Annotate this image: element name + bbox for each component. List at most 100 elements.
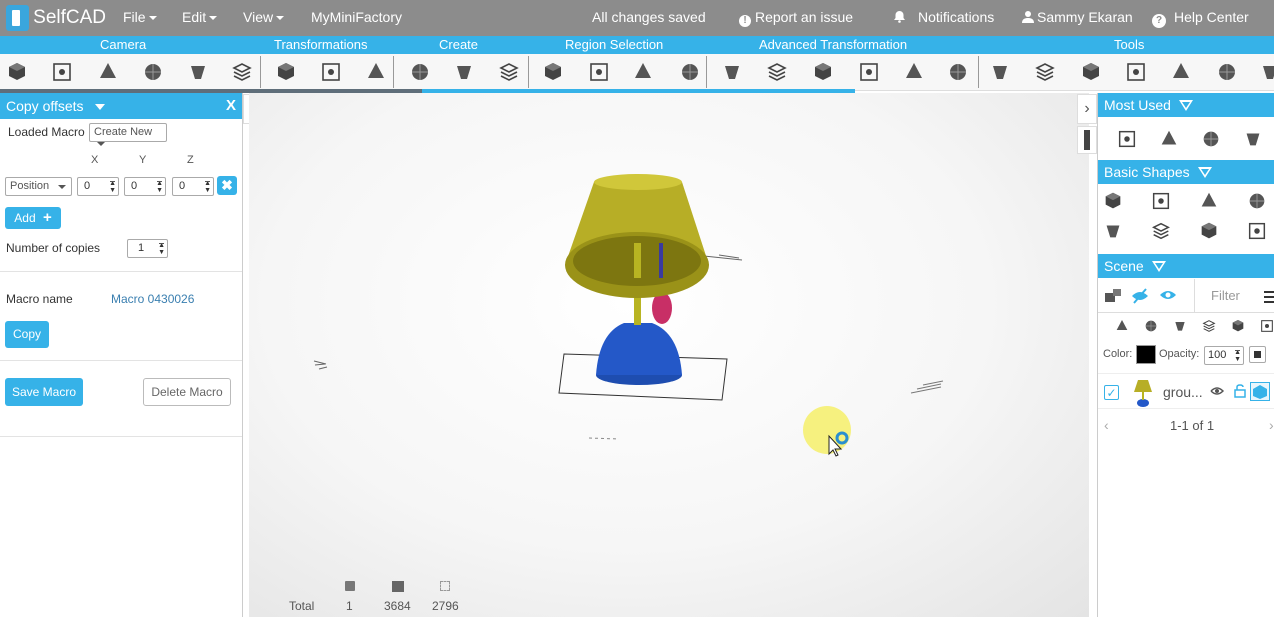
visibility-icon[interactable]	[1114, 318, 1130, 334]
object-name[interactable]: grou...	[1163, 384, 1203, 400]
3d-view-icon[interactable]	[5, 60, 29, 84]
polyhedron-icon[interactable]	[1246, 220, 1268, 242]
rotate-view-icon[interactable]	[141, 60, 165, 84]
object-visibility-icon[interactable]	[1210, 386, 1224, 396]
select-face-icon[interactable]	[587, 60, 611, 84]
category-create[interactable]: Create	[439, 37, 478, 52]
sculpt-icon[interactable]	[497, 60, 521, 84]
camera-settings-icon[interactable]	[186, 60, 210, 84]
scale-icon[interactable]	[1158, 128, 1180, 150]
pan-hand-icon[interactable]	[96, 60, 120, 84]
color-swatch[interactable]	[1136, 345, 1156, 364]
subdivide-icon[interactable]	[1169, 60, 1193, 84]
add-offset-button[interactable]: Add +	[5, 207, 61, 229]
macro-name-value[interactable]: Macro 0430026	[111, 292, 194, 306]
object-cube-button[interactable]	[1250, 382, 1270, 401]
group-icon[interactable]	[1105, 289, 1123, 303]
offset-z-input[interactable]: 0 ▲ ▼	[172, 177, 214, 196]
cut-icon[interactable]	[811, 60, 835, 84]
chevron-down-icon[interactable]	[95, 104, 106, 111]
notifications-button[interactable]: Notifications	[893, 9, 994, 25]
wireframe-icon[interactable]	[988, 60, 1012, 84]
more-tools-icon[interactable]	[1258, 60, 1274, 84]
sphere-icon[interactable]	[1124, 60, 1148, 84]
spinner-arrows-icon[interactable]: ▲ ▼	[109, 180, 116, 194]
grid-cube-icon[interactable]	[765, 60, 789, 84]
fit-view-icon[interactable]	[230, 60, 254, 84]
basic-shapes-header[interactable]: Basic Shapes	[1098, 160, 1274, 184]
scene-header[interactable]: Scene	[1098, 254, 1274, 278]
scene-filter-input[interactable]: Filter	[1194, 279, 1259, 313]
layers-icon[interactable]	[720, 60, 744, 84]
delete-macro-button[interactable]: Delete Macro	[143, 378, 231, 406]
hide-visibility-icon[interactable]	[1131, 288, 1149, 304]
most-used-header[interactable]: Most Used	[1098, 93, 1274, 117]
close-icon[interactable]: X	[226, 97, 236, 114]
offset-y-input[interactable]: 0 ▲ ▼	[124, 177, 166, 196]
save-macro-button[interactable]: Save Macro	[5, 378, 83, 406]
sculpt-icon[interactable]	[1242, 128, 1264, 150]
solid-cube-icon[interactable]	[1033, 60, 1057, 84]
cylinder-icon[interactable]	[1102, 220, 1124, 242]
object-checkbox[interactable]: ✓	[1104, 385, 1119, 400]
3d-viewport[interactable]: Total 1 3684 2796	[249, 93, 1089, 617]
lamp-model[interactable]	[565, 174, 709, 385]
category-transformations[interactable]: Transformations	[274, 37, 367, 52]
spinner-arrows-icon[interactable]: ▲ ▼	[1234, 349, 1241, 363]
user-menu[interactable]: Sammy Ekaran	[1022, 9, 1133, 25]
prev-page-icon[interactable]: ‹	[1104, 417, 1109, 433]
solid-cube-icon[interactable]	[1172, 318, 1188, 334]
select-box-icon[interactable]	[541, 60, 565, 84]
next-page-icon[interactable]: ›	[1269, 417, 1274, 433]
report-issue-link[interactable]: ! Report an issue	[739, 9, 853, 27]
opacity-reset-button[interactable]	[1249, 346, 1266, 363]
loaded-macro-select[interactable]: Create New	[89, 123, 167, 147]
move-icon[interactable]	[1116, 128, 1138, 150]
menu-icon[interactable]	[1264, 289, 1274, 303]
menu-edit[interactable]: Edit	[182, 9, 218, 25]
twist-icon[interactable]	[902, 60, 926, 84]
spinner-arrows-icon[interactable]: ▲ ▼	[156, 180, 163, 194]
offset-type-select[interactable]: Position	[5, 177, 72, 196]
remove-offset-button[interactable]: ✖	[217, 176, 237, 195]
scene-canvas[interactable]	[249, 93, 1089, 617]
move-icon[interactable]	[274, 60, 298, 84]
category-camera[interactable]: Camera	[100, 37, 146, 52]
eye-icon[interactable]	[1159, 289, 1177, 301]
selfcad-logo[interactable]: SelfCAD	[6, 5, 106, 31]
collapse-right-panel-button[interactable]: ›	[1077, 94, 1097, 124]
scale-icon[interactable]	[319, 60, 343, 84]
spinner-arrows-icon[interactable]: ▲ ▼	[158, 242, 165, 256]
cube-icon[interactable]	[1102, 190, 1124, 212]
help-center-link[interactable]: ? Help Center	[1152, 9, 1249, 28]
category-advanced-transformation[interactable]: Advanced Transformation	[759, 37, 907, 52]
scene-object-row[interactable]: ✓ grou...	[1098, 373, 1274, 409]
icosphere-icon[interactable]	[1198, 220, 1220, 242]
menu-view[interactable]: View	[243, 9, 285, 25]
rotate-icon[interactable]	[1200, 128, 1222, 150]
menu-myminifactory[interactable]: MyMiniFactory	[311, 9, 402, 25]
category-tools[interactable]: Tools	[1114, 37, 1144, 52]
torus-icon[interactable]	[1150, 190, 1172, 212]
sphere-icon[interactable]	[1198, 190, 1220, 212]
panel-toggle-tab[interactable]	[1077, 126, 1097, 154]
object-unlock-icon[interactable]	[1234, 384, 1246, 398]
spinner-arrows-icon[interactable]: ▲ ▼	[204, 180, 211, 194]
category-region-selection[interactable]: Region Selection	[565, 37, 663, 52]
cone-icon[interactable]	[1246, 190, 1268, 212]
cone-icon[interactable]	[857, 60, 881, 84]
bend-icon[interactable]	[946, 60, 970, 84]
torus-knot-icon[interactable]	[1150, 220, 1172, 242]
pattern-icon[interactable]	[1079, 60, 1103, 84]
copy-button[interactable]: Copy	[5, 321, 49, 348]
lock-icon[interactable]	[1143, 318, 1159, 334]
select-object-icon[interactable]	[678, 60, 702, 84]
menu-file[interactable]: File	[123, 9, 157, 25]
zoom-icon[interactable]	[50, 60, 74, 84]
rotate-icon[interactable]	[364, 60, 388, 84]
copies-input[interactable]: 1 ▲ ▼	[127, 239, 168, 258]
select-wire-icon[interactable]	[631, 60, 655, 84]
sliders-icon[interactable]	[1259, 318, 1274, 334]
taper-icon[interactable]	[452, 60, 476, 84]
hollow-icon[interactable]	[1215, 60, 1239, 84]
